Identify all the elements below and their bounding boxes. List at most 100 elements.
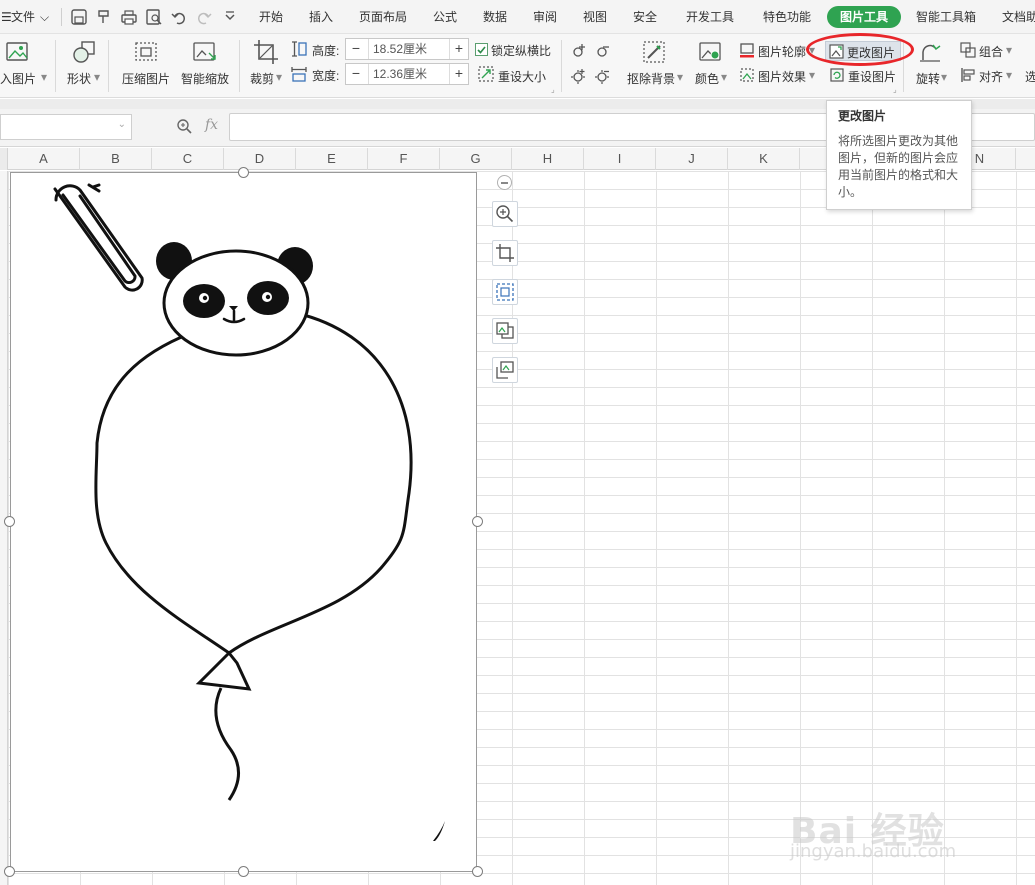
chevron-down-icon[interactable]: ▾ xyxy=(677,70,683,84)
dialog-launcher-icon[interactable]: ⌟ xyxy=(893,85,897,94)
tab-security[interactable]: 安全 xyxy=(633,0,657,34)
reset-size-icon[interactable] xyxy=(477,65,495,83)
chevron-down-icon[interactable]: ⌵ xyxy=(40,0,49,34)
picture-layout-button[interactable] xyxy=(492,357,518,383)
tab-home[interactable]: 开始 xyxy=(259,0,283,34)
column-header[interactable]: J xyxy=(656,148,728,170)
select-all-corner[interactable] xyxy=(0,148,8,170)
undo-icon[interactable] xyxy=(170,8,188,26)
chevron-down-icon[interactable]: ▾ xyxy=(809,68,815,82)
resize-handle[interactable] xyxy=(4,866,15,877)
save-icon[interactable] xyxy=(70,8,88,26)
zoom-icon[interactable] xyxy=(176,118,193,135)
column-header[interactable]: E xyxy=(296,148,368,170)
column-header[interactable]: C xyxy=(152,148,224,170)
picture-effects-button[interactable]: 图片效果 xyxy=(758,68,806,85)
column-header[interactable]: H xyxy=(512,148,584,170)
picture-effects-icon[interactable] xyxy=(739,67,755,83)
reset-picture-icon[interactable] xyxy=(829,67,845,83)
crop-button[interactable]: 裁剪 xyxy=(250,70,274,87)
rotate-button[interactable]: 旋转 xyxy=(916,70,940,87)
color-button[interactable]: 颜色 xyxy=(695,70,719,87)
smart-scale-icon[interactable] xyxy=(192,41,218,63)
tab-view[interactable]: 视图 xyxy=(583,0,607,34)
file-menu[interactable]: 文件 xyxy=(11,0,35,34)
tab-picture-tools[interactable]: 图片工具 xyxy=(827,6,901,28)
collapse-toolbar-button[interactable] xyxy=(497,175,512,190)
remove-background-button[interactable]: 抠除背景 xyxy=(627,70,675,87)
increase-height-button[interactable]: + xyxy=(449,39,469,59)
zoom-picture-button[interactable] xyxy=(492,201,518,227)
chevron-down-icon[interactable]: ▾ xyxy=(941,70,947,84)
chevron-down-icon[interactable]: ▾ xyxy=(276,70,282,84)
name-box[interactable]: ⌄ xyxy=(0,114,132,140)
tab-data[interactable]: 数据 xyxy=(483,0,507,34)
column-header[interactable]: I xyxy=(584,148,656,170)
selected-picture[interactable] xyxy=(10,172,477,872)
row-header-strip[interactable] xyxy=(0,171,8,885)
tab-page-layout[interactable]: 页面布局 xyxy=(359,0,407,34)
resize-handle[interactable] xyxy=(238,167,249,178)
decrease-width-button[interactable]: − xyxy=(346,64,366,84)
resize-handle[interactable] xyxy=(472,866,483,877)
change-picture-float-button[interactable] xyxy=(492,318,518,344)
chevron-down-icon[interactable]: ▾ xyxy=(1006,68,1012,82)
resize-handle[interactable] xyxy=(4,516,15,527)
height-input[interactable]: 18.52厘米 xyxy=(368,39,450,59)
decrease-height-button[interactable]: − xyxy=(346,39,366,59)
color-icon[interactable] xyxy=(698,40,722,64)
column-header[interactable]: F xyxy=(368,148,440,170)
lock-ratio-checkbox[interactable] xyxy=(475,43,488,56)
crop-picture-button[interactable] xyxy=(492,240,518,266)
picture-outline-icon[interactable] xyxy=(739,42,755,58)
column-header[interactable]: B xyxy=(80,148,152,170)
tab-smart-toolbox[interactable]: 智能工具箱 xyxy=(916,0,976,34)
tab-insert[interactable]: 插入 xyxy=(309,0,333,34)
print-preview-icon[interactable] xyxy=(145,8,163,26)
redo-icon[interactable] xyxy=(195,8,213,26)
shape-button[interactable]: 形状 xyxy=(67,70,91,87)
resize-handle[interactable] xyxy=(238,866,249,877)
width-input[interactable]: 12.36厘米 xyxy=(368,64,450,84)
align-icon[interactable] xyxy=(960,67,976,83)
increase-width-button[interactable]: + xyxy=(449,64,469,84)
crop-icon[interactable] xyxy=(253,39,279,65)
brightness-up-icon[interactable] xyxy=(570,42,588,60)
chevron-down-icon[interactable]: ▾ xyxy=(1006,43,1012,57)
chevron-down-icon[interactable]: ⌄ xyxy=(118,119,126,130)
tab-developer[interactable]: 开发工具 xyxy=(686,0,734,34)
chevron-down-icon[interactable]: ▾ xyxy=(94,70,100,84)
height-stepper[interactable]: − 18.52厘米 + xyxy=(345,38,469,60)
width-stepper[interactable]: − 12.36厘米 + xyxy=(345,63,469,85)
compress-picture-button[interactable]: 压缩图片 xyxy=(122,70,170,87)
resize-handle[interactable] xyxy=(472,516,483,527)
contrast-down-icon[interactable] xyxy=(594,67,612,85)
shape-icon[interactable] xyxy=(71,39,97,65)
tab-special-features[interactable]: 特色功能 xyxy=(763,0,811,34)
format-painter-icon[interactable] xyxy=(95,8,113,26)
column-header[interactable]: A xyxy=(8,148,80,170)
tab-review[interactable]: 审阅 xyxy=(533,0,557,34)
compress-picture-icon[interactable] xyxy=(134,41,158,63)
brightness-down-icon[interactable] xyxy=(594,42,612,60)
select-area-button[interactable] xyxy=(492,279,518,305)
align-button[interactable]: 对齐 xyxy=(979,68,1003,85)
column-header[interactable]: D xyxy=(224,148,296,170)
tab-formulas[interactable]: 公式 xyxy=(433,0,457,34)
tab-doc-assistant[interactable]: 文档助 xyxy=(1002,0,1035,34)
more-icon[interactable] xyxy=(221,8,239,26)
remove-background-icon[interactable] xyxy=(642,40,666,64)
insert-picture-icon[interactable] xyxy=(5,41,29,63)
dialog-launcher-icon[interactable]: ⌟ xyxy=(551,85,555,94)
group-icon[interactable] xyxy=(960,42,976,58)
chevron-down-icon[interactable]: ▾ xyxy=(721,70,727,84)
chevron-down-icon[interactable]: ▾ xyxy=(41,70,47,84)
reset-picture-button[interactable]: 重设图片 xyxy=(848,68,896,85)
picture-outline-button[interactable]: 图片轮廓 xyxy=(758,43,806,60)
smart-scale-button[interactable]: 智能缩放 xyxy=(181,70,229,87)
reset-size-button[interactable]: 重设大小 xyxy=(498,68,546,85)
insert-picture-button[interactable]: 入图片 xyxy=(0,70,36,87)
contrast-up-icon[interactable] xyxy=(570,67,588,85)
group-button[interactable]: 组合 xyxy=(979,43,1003,60)
select-button[interactable]: 选 xyxy=(1025,68,1035,85)
